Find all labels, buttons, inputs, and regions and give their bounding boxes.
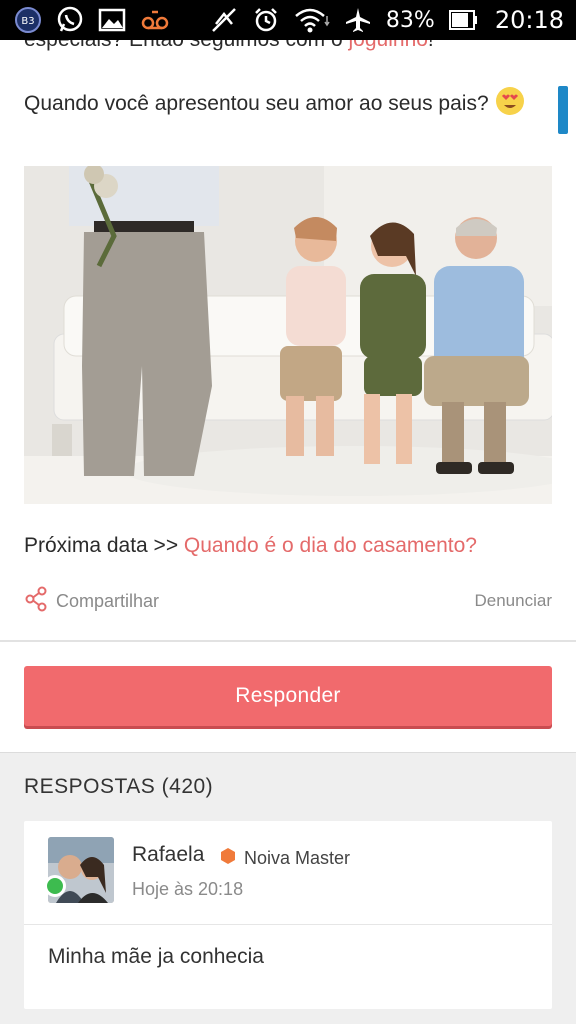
- report-link[interactable]: Denunciar: [475, 591, 553, 611]
- status-clock: 20:18: [494, 6, 564, 34]
- voicemail-icon: [140, 8, 170, 32]
- share-button[interactable]: Compartilhar: [24, 586, 159, 617]
- share-icon: [24, 586, 48, 617]
- battery-percent: 83%: [385, 7, 435, 33]
- joguinho-link[interactable]: joguinho: [349, 40, 428, 51]
- post-text-prefix: especiais? Então seguimos com o: [24, 40, 349, 51]
- heart-eyes-emoji-icon: [495, 86, 525, 122]
- share-label: Compartilhar: [56, 590, 160, 611]
- post-photo: [24, 166, 552, 504]
- reply-button[interactable]: Responder: [24, 666, 552, 726]
- user-badge: Noiva Master: [220, 847, 350, 870]
- b3-badge-text: B3: [21, 16, 34, 27]
- online-status-dot: [44, 875, 66, 897]
- answer-card[interactable]: Rafaela Noiva Master Hoje às 20:18 Minha…: [24, 821, 552, 1009]
- scrollbar[interactable]: [558, 86, 568, 134]
- next-topic-link[interactable]: Quando é o dia do casamento?: [184, 534, 477, 557]
- post-actions: Compartilhar Denunciar: [24, 586, 552, 616]
- b3-badge-icon: B3: [14, 6, 42, 34]
- next-prefix: Próxima data >>: [24, 534, 184, 557]
- answer-card-header: Rafaela Noiva Master Hoje às 20:18: [24, 821, 552, 925]
- gallery-icon: [98, 8, 126, 32]
- status-bar-right: 83% 20:18: [210, 6, 564, 34]
- post-text-suffix: !: [428, 40, 434, 51]
- answer-timestamp: Hoje às 20:18: [132, 879, 244, 899]
- answers-title: RESPOSTAS (420): [24, 775, 214, 798]
- mute-icon: [210, 6, 238, 34]
- answers-section: RESPOSTAS (420) Rafaela Noiva Master Hoj…: [0, 752, 576, 1024]
- status-bar: B3 83% 20:18: [0, 0, 576, 40]
- hexagon-badge-icon: [220, 847, 236, 870]
- question-text: Quando você apresentou seu amor ao seus …: [24, 92, 489, 115]
- post-text-cut: especiais? Então seguimos com o joguinho…: [24, 40, 434, 52]
- reply-section: Responder: [0, 642, 576, 752]
- badge-label: Noiva Master: [244, 848, 351, 868]
- alarm-icon: [252, 6, 280, 34]
- battery-icon: [448, 9, 479, 31]
- wifi-icon: [294, 6, 330, 34]
- status-bar-left: B3: [14, 6, 170, 34]
- whatsapp-icon: [56, 6, 84, 34]
- next-topic-line: Próxima data >> Quando é o dia do casame…: [24, 534, 477, 558]
- post-question: Quando você apresentou seu amor ao seus …: [24, 86, 525, 122]
- user-name[interactable]: Rafaela: [132, 843, 204, 867]
- answer-text: Minha mãe ja conhecia: [48, 945, 264, 968]
- airplane-icon: [344, 6, 372, 34]
- post-content: especiais? Então seguimos com o joguinho…: [0, 40, 576, 640]
